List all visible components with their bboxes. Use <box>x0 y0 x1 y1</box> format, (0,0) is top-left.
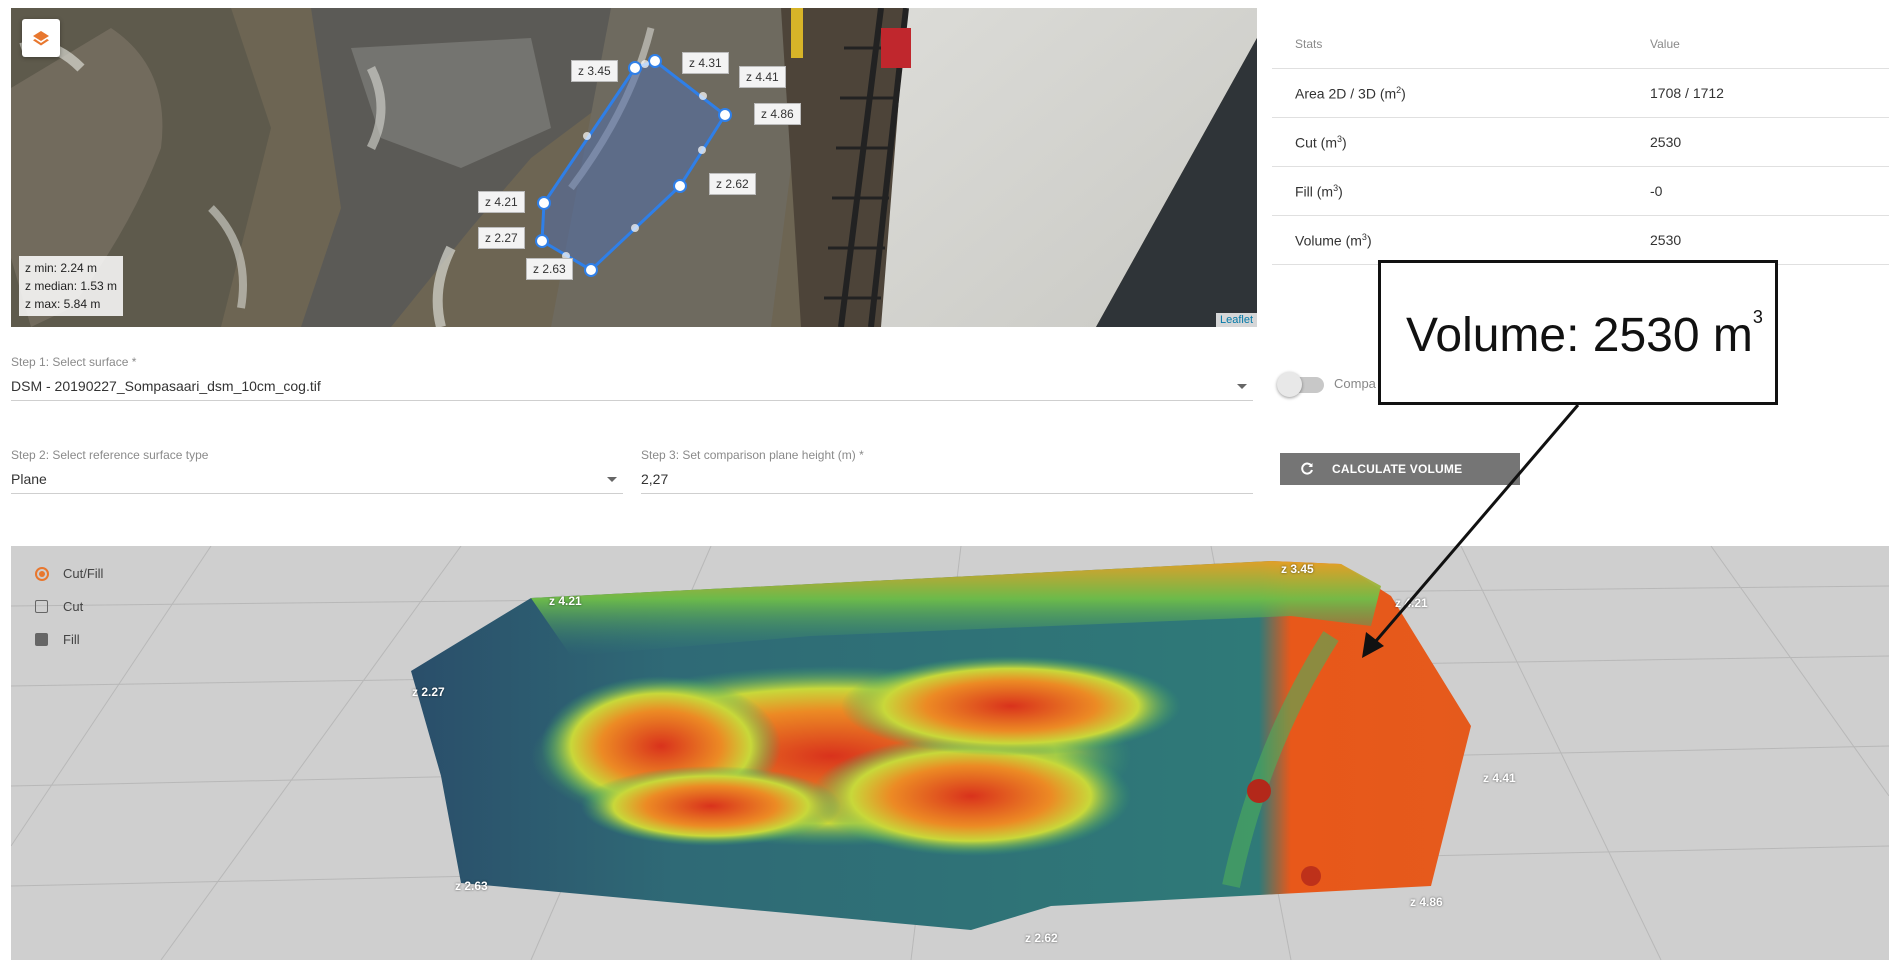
callout-text: Volume: 2530 m <box>1406 309 1753 362</box>
callout-arrow <box>1362 404 1580 658</box>
callout-sup: 3 <box>1752 307 1763 327</box>
volume-callout: Volume: 2530 m3 <box>1378 260 1778 405</box>
